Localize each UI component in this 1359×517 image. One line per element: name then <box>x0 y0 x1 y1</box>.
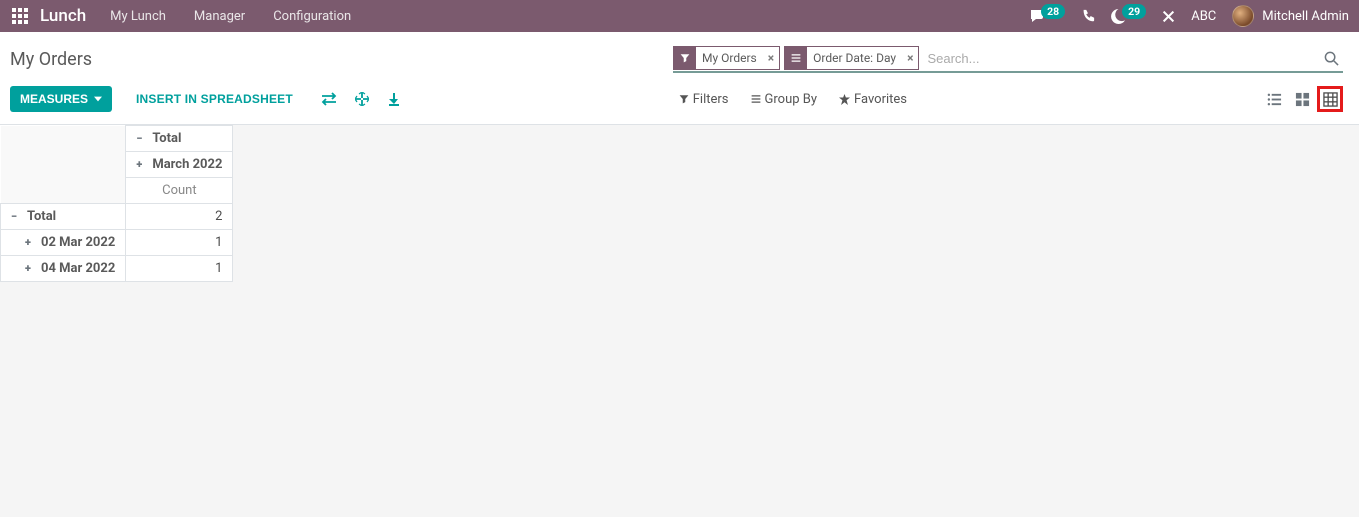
chat-icon[interactable]: 28 <box>1029 8 1065 24</box>
groupby-button[interactable]: Group By <box>751 92 818 107</box>
pivot-corner <box>1 126 126 204</box>
expand-icon <box>25 262 35 275</box>
expand-icon <box>25 236 35 249</box>
chat-badge: 28 <box>1041 4 1065 19</box>
facet-label: My Orders <box>696 51 763 65</box>
collapse-icon <box>136 132 146 145</box>
group-icon <box>751 94 761 104</box>
pivot-cell: 2 <box>126 204 233 230</box>
close-icon[interactable] <box>1162 10 1175 23</box>
pivot-col-month[interactable]: March 2022 <box>126 152 233 178</box>
search-input[interactable] <box>923 49 1318 68</box>
flip-axis-icon[interactable] <box>321 92 337 106</box>
user-menu[interactable]: Mitchell Admin <box>1232 5 1349 27</box>
kanban-view-button[interactable] <box>1289 86 1315 112</box>
nav-manager[interactable]: Manager <box>194 9 245 24</box>
star-icon <box>839 94 850 105</box>
measures-label: MEASURES <box>20 92 88 106</box>
expand-icon <box>136 158 146 171</box>
control-panel: My Orders My Orders × Order Date: Day × <box>0 32 1359 125</box>
page-title: My Orders <box>10 49 92 70</box>
pivot-row-total[interactable]: Total <box>1 204 126 230</box>
nav-configuration[interactable]: Configuration <box>273 9 351 24</box>
moon-icon[interactable]: 29 <box>1111 9 1146 24</box>
search-box[interactable]: My Orders × Order Date: Day × <box>673 45 1343 73</box>
facet-label: Order Date: Day <box>807 51 902 65</box>
user-name-label: Mitchell Admin <box>1262 9 1349 24</box>
pivot-measure-header: Count <box>126 178 233 204</box>
groupby-label: Group By <box>765 92 818 107</box>
favorites-button[interactable]: Favorites <box>839 92 907 107</box>
group-icon <box>785 47 807 69</box>
search-icon[interactable] <box>1324 51 1339 66</box>
moon-badge: 29 <box>1122 4 1146 19</box>
apps-icon[interactable] <box>12 8 28 24</box>
filter-icon <box>679 94 689 104</box>
pivot-col-total[interactable]: Total <box>126 126 233 152</box>
caret-down-icon <box>94 95 102 103</box>
nav-my-lunch[interactable]: My Lunch <box>110 9 166 24</box>
search-facet-my-orders: My Orders × <box>673 46 780 70</box>
topbar: Lunch My Lunch Manager Configuration 28 … <box>0 0 1359 32</box>
pivot-row-date[interactable]: 02 Mar 2022 <box>1 230 126 256</box>
list-view-button[interactable] <box>1261 86 1287 112</box>
app-title[interactable]: Lunch <box>40 6 86 26</box>
insert-spreadsheet-button[interactable]: INSERT IN SPREADSHEET <box>126 86 303 112</box>
download-icon[interactable] <box>387 92 401 106</box>
measures-button[interactable]: MEASURES <box>10 86 112 112</box>
favorites-label: Favorites <box>854 92 907 107</box>
avatar <box>1232 5 1254 27</box>
search-facet-order-date: Order Date: Day × <box>784 46 919 70</box>
facet-remove-icon[interactable]: × <box>902 51 918 65</box>
collapse-icon <box>11 210 21 223</box>
pivot-cell: 1 <box>126 256 233 282</box>
pivot-view-button[interactable] <box>1317 86 1343 112</box>
phone-icon[interactable] <box>1081 9 1095 23</box>
expand-all-icon[interactable] <box>355 92 369 106</box>
view-switcher <box>1259 86 1343 112</box>
pivot-row-date[interactable]: 04 Mar 2022 <box>1 256 126 282</box>
company-name[interactable]: ABC <box>1191 9 1216 24</box>
filter-icon <box>674 47 696 69</box>
filters-button[interactable]: Filters <box>679 92 729 107</box>
filters-label: Filters <box>693 92 729 107</box>
pivot-table: Total March 2022 Count Total 2 02 Mar 20… <box>0 125 1359 282</box>
pivot-cell: 1 <box>126 230 233 256</box>
facet-remove-icon[interactable]: × <box>763 51 779 65</box>
